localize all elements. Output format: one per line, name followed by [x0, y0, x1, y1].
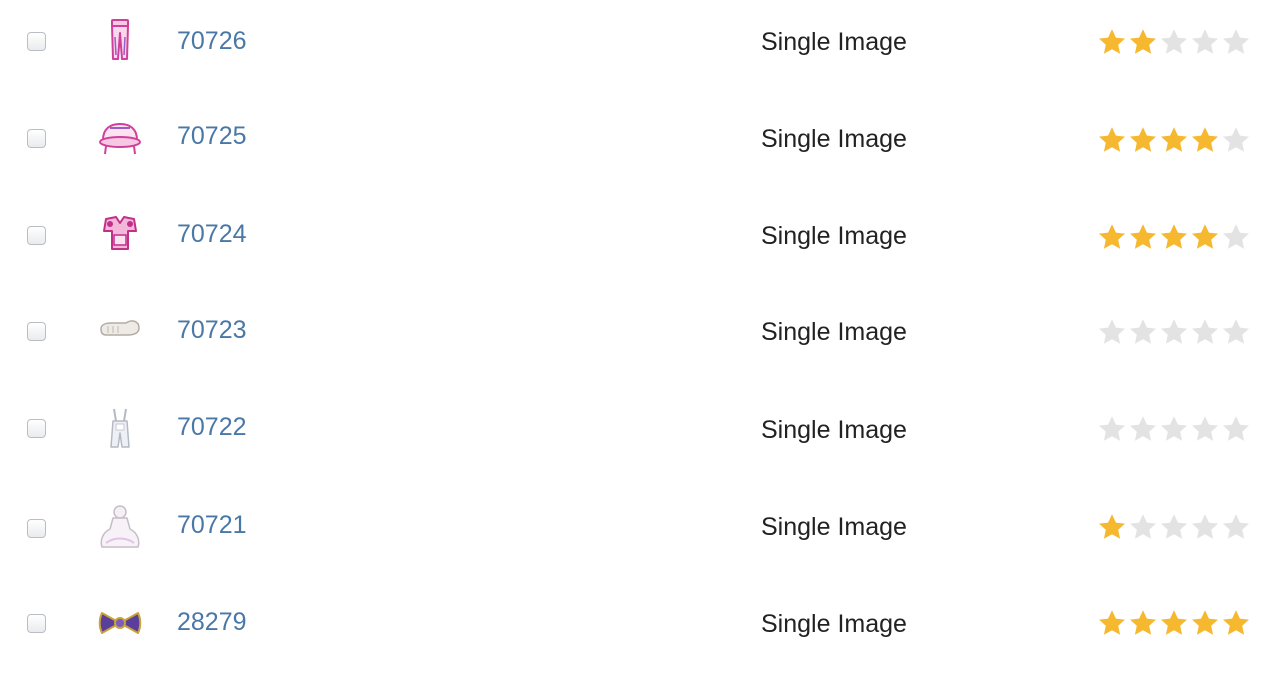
- star-empty-icon[interactable]: [1128, 512, 1158, 542]
- item-thumbnail[interactable]: [96, 209, 144, 257]
- item-list: 70726 Single Image 70725 Single Image 70…: [0, 0, 1280, 669]
- star-filled-icon[interactable]: [1128, 27, 1158, 57]
- star-filled-icon[interactable]: [1159, 608, 1189, 638]
- star-filled-icon[interactable]: [1190, 608, 1220, 638]
- item-type: Single Image: [761, 28, 907, 56]
- item-type: Single Image: [761, 416, 907, 444]
- item-type: Single Image: [761, 222, 907, 250]
- list-item: 70722 Single Image: [0, 388, 1280, 485]
- item-thumbnail[interactable]: [96, 405, 144, 453]
- star-empty-icon[interactable]: [1159, 414, 1189, 444]
- row-select-checkbox[interactable]: [27, 32, 46, 51]
- item-id-link[interactable]: 70725: [177, 121, 247, 151]
- star-rating[interactable]: [1097, 317, 1257, 347]
- star-empty-icon[interactable]: [1097, 317, 1127, 347]
- grey-shoe-icon: [100, 320, 140, 336]
- star-empty-icon[interactable]: [1221, 512, 1251, 542]
- item-type: Single Image: [761, 513, 907, 541]
- purple-bow-icon: [98, 612, 142, 634]
- star-empty-icon[interactable]: [1221, 27, 1251, 57]
- star-filled-icon[interactable]: [1097, 27, 1127, 57]
- list-item: 70724 Single Image: [0, 194, 1280, 291]
- item-type: Single Image: [761, 610, 907, 638]
- list-item: 70725 Single Image: [0, 97, 1280, 194]
- star-empty-icon[interactable]: [1221, 125, 1251, 155]
- white-dress-icon: [100, 505, 140, 548]
- item-thumbnail[interactable]: [96, 599, 144, 647]
- item-type: Single Image: [761, 318, 907, 346]
- star-empty-icon[interactable]: [1221, 317, 1251, 347]
- star-filled-icon[interactable]: [1097, 125, 1127, 155]
- item-thumbnail[interactable]: [96, 303, 144, 351]
- item-id-link[interactable]: 70726: [177, 26, 247, 56]
- item-id-link[interactable]: 70721: [177, 510, 247, 540]
- star-rating[interactable]: [1097, 414, 1257, 444]
- star-empty-icon[interactable]: [1159, 512, 1189, 542]
- star-filled-icon[interactable]: [1128, 222, 1158, 252]
- list-item: 70721 Single Image: [0, 485, 1280, 582]
- star-empty-icon[interactable]: [1190, 27, 1220, 57]
- list-item: 70726 Single Image: [0, 0, 1280, 97]
- star-rating[interactable]: [1097, 27, 1257, 57]
- item-id-link[interactable]: 70722: [177, 412, 247, 442]
- star-filled-icon[interactable]: [1097, 512, 1127, 542]
- star-filled-icon[interactable]: [1097, 608, 1127, 638]
- row-select-checkbox[interactable]: [27, 614, 46, 633]
- pink-pants-icon: [111, 19, 129, 60]
- star-empty-icon[interactable]: [1190, 512, 1220, 542]
- star-filled-icon[interactable]: [1128, 125, 1158, 155]
- star-filled-icon[interactable]: [1190, 125, 1220, 155]
- row-select-checkbox[interactable]: [27, 419, 46, 438]
- star-empty-icon[interactable]: [1221, 222, 1251, 252]
- item-type: Single Image: [761, 125, 907, 153]
- list-item: 70723 Single Image: [0, 291, 1280, 388]
- row-select-checkbox[interactable]: [27, 322, 46, 341]
- row-select-checkbox[interactable]: [27, 129, 46, 148]
- row-select-checkbox[interactable]: [27, 226, 46, 245]
- star-empty-icon[interactable]: [1159, 27, 1189, 57]
- star-filled-icon[interactable]: [1221, 608, 1251, 638]
- star-rating[interactable]: [1097, 222, 1257, 252]
- star-rating[interactable]: [1097, 125, 1257, 155]
- star-empty-icon[interactable]: [1128, 317, 1158, 347]
- item-thumbnail[interactable]: [96, 114, 144, 162]
- pale-overalls-icon: [110, 408, 130, 448]
- item-thumbnail[interactable]: [96, 503, 144, 551]
- pink-hat-icon: [99, 122, 141, 155]
- star-empty-icon[interactable]: [1190, 317, 1220, 347]
- star-empty-icon[interactable]: [1190, 414, 1220, 444]
- star-rating[interactable]: [1097, 608, 1257, 638]
- item-id-link[interactable]: 28279: [177, 607, 247, 637]
- star-filled-icon[interactable]: [1128, 608, 1158, 638]
- star-filled-icon[interactable]: [1190, 222, 1220, 252]
- star-rating[interactable]: [1097, 512, 1257, 542]
- list-item: 28279 Single Image: [0, 582, 1280, 679]
- star-filled-icon[interactable]: [1097, 222, 1127, 252]
- item-thumbnail[interactable]: [96, 17, 144, 65]
- pink-top-icon: [103, 216, 137, 250]
- star-empty-icon[interactable]: [1221, 414, 1251, 444]
- star-empty-icon[interactable]: [1128, 414, 1158, 444]
- row-select-checkbox[interactable]: [27, 519, 46, 538]
- item-id-link[interactable]: 70724: [177, 219, 247, 249]
- item-id-link[interactable]: 70723: [177, 315, 247, 345]
- star-empty-icon[interactable]: [1159, 317, 1189, 347]
- star-filled-icon[interactable]: [1159, 222, 1189, 252]
- star-empty-icon[interactable]: [1097, 414, 1127, 444]
- star-filled-icon[interactable]: [1159, 125, 1189, 155]
